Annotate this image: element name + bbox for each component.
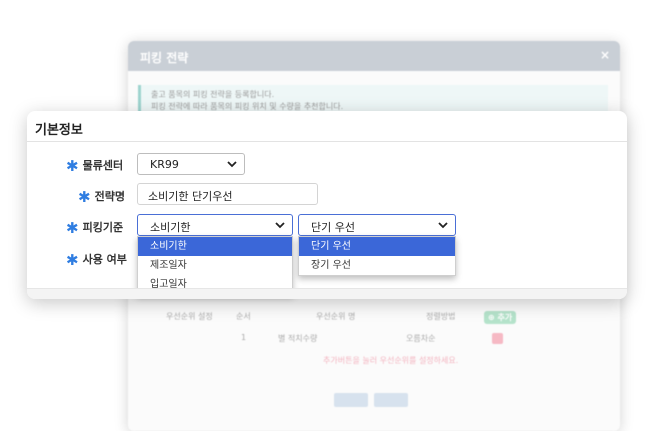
cancel-button[interactable] [374, 393, 408, 407]
add-priority-button[interactable]: ⊕ 추가 [484, 311, 517, 324]
priority-row: 1 별 적치수량 오름차순 [138, 327, 608, 349]
priority-section-label: 우선순위 설정 [166, 312, 213, 321]
picking-order-option[interactable]: 장기 우선 [299, 256, 455, 275]
center-label-text: 물류센터 [82, 159, 124, 172]
column-sort: 정렬방법 [426, 312, 456, 321]
dialog-header: 피킹 전략 × [128, 41, 620, 71]
chevron-down-icon [438, 222, 448, 229]
required-icon: ✱ [66, 157, 79, 175]
chevron-down-icon [275, 222, 285, 229]
center-select[interactable]: KR99 [137, 153, 245, 175]
picking-basis-dropdown: 소비기한 제조일자 입고일자 [137, 236, 293, 295]
chevron-down-icon [227, 161, 237, 168]
card-title: 기본정보 [27, 111, 627, 142]
picking-basis-select[interactable]: 소비기한 [137, 214, 293, 236]
dialog-title: 피킹 전략 [140, 51, 189, 65]
column-order: 순서 [236, 312, 251, 321]
strategy-name-value: 소비기한 단기우선 [148, 190, 233, 203]
picking-order-value: 단기 우선 [311, 221, 355, 234]
delete-row-icon[interactable] [492, 333, 503, 344]
card-title-text: 기본정보 [35, 123, 83, 138]
row-sort[interactable]: 오름차순 [406, 333, 435, 344]
column-priority-name: 우선순위 명 [316, 312, 356, 321]
strategy-label-text: 전략명 [94, 190, 125, 203]
required-icon: ✱ [66, 251, 79, 269]
basic-info-card: 기본정보 ✱ 물류센터 KR99 ✱ 전략명 소비기한 단기우선 ✱ 피킹기준 소비기… [27, 111, 627, 299]
use-label-text: 사용 여부 [82, 253, 127, 266]
add-priority-label: 추가 [497, 313, 513, 322]
strategy-name-input[interactable]: 소비기한 단기우선 [137, 183, 318, 205]
priority-header-row: 우선순위 설정 순서 우선순위 명 정렬방법 ⊕ 추가 [138, 305, 608, 327]
center-select-value: KR99 [150, 158, 179, 171]
row-order: 1 [241, 333, 247, 342]
picking-basis-option[interactable]: 소비기한 [138, 237, 292, 256]
picking-basis-option[interactable]: 제조일자 [138, 256, 292, 275]
strategy-label: ✱ 전략명 [78, 186, 125, 206]
required-icon: ✱ [66, 219, 79, 237]
info-line: 출고 품목의 피킹 전략을 등록합니다. [151, 90, 275, 99]
picking-order-option[interactable]: 단기 우선 [299, 237, 455, 256]
card-footer [27, 288, 627, 299]
picking-label: ✱ 피킹기준 [66, 217, 124, 237]
empty-message: 추가버튼을 눌러 우선순위를 설정하세요. [323, 356, 459, 365]
row-priority-name[interactable]: 별 적치수량 [278, 333, 317, 344]
use-label: ✱ 사용 여부 [66, 249, 127, 269]
required-icon: ✱ [78, 188, 91, 206]
picking-order-dropdown: 단기 우선 장기 우선 [298, 236, 456, 276]
picking-basis-value: 소비기한 [150, 221, 191, 234]
picking-order-select[interactable]: 단기 우선 [298, 214, 456, 236]
close-icon[interactable]: × [600, 48, 610, 62]
center-label: ✱ 물류센터 [66, 155, 124, 175]
picking-label-text: 피킹기준 [82, 221, 124, 234]
priority-table: 우선순위 설정 순서 우선순위 명 정렬방법 ⊕ 추가 1 별 적치수량 오름차… [138, 305, 608, 365]
save-button[interactable] [334, 393, 368, 407]
